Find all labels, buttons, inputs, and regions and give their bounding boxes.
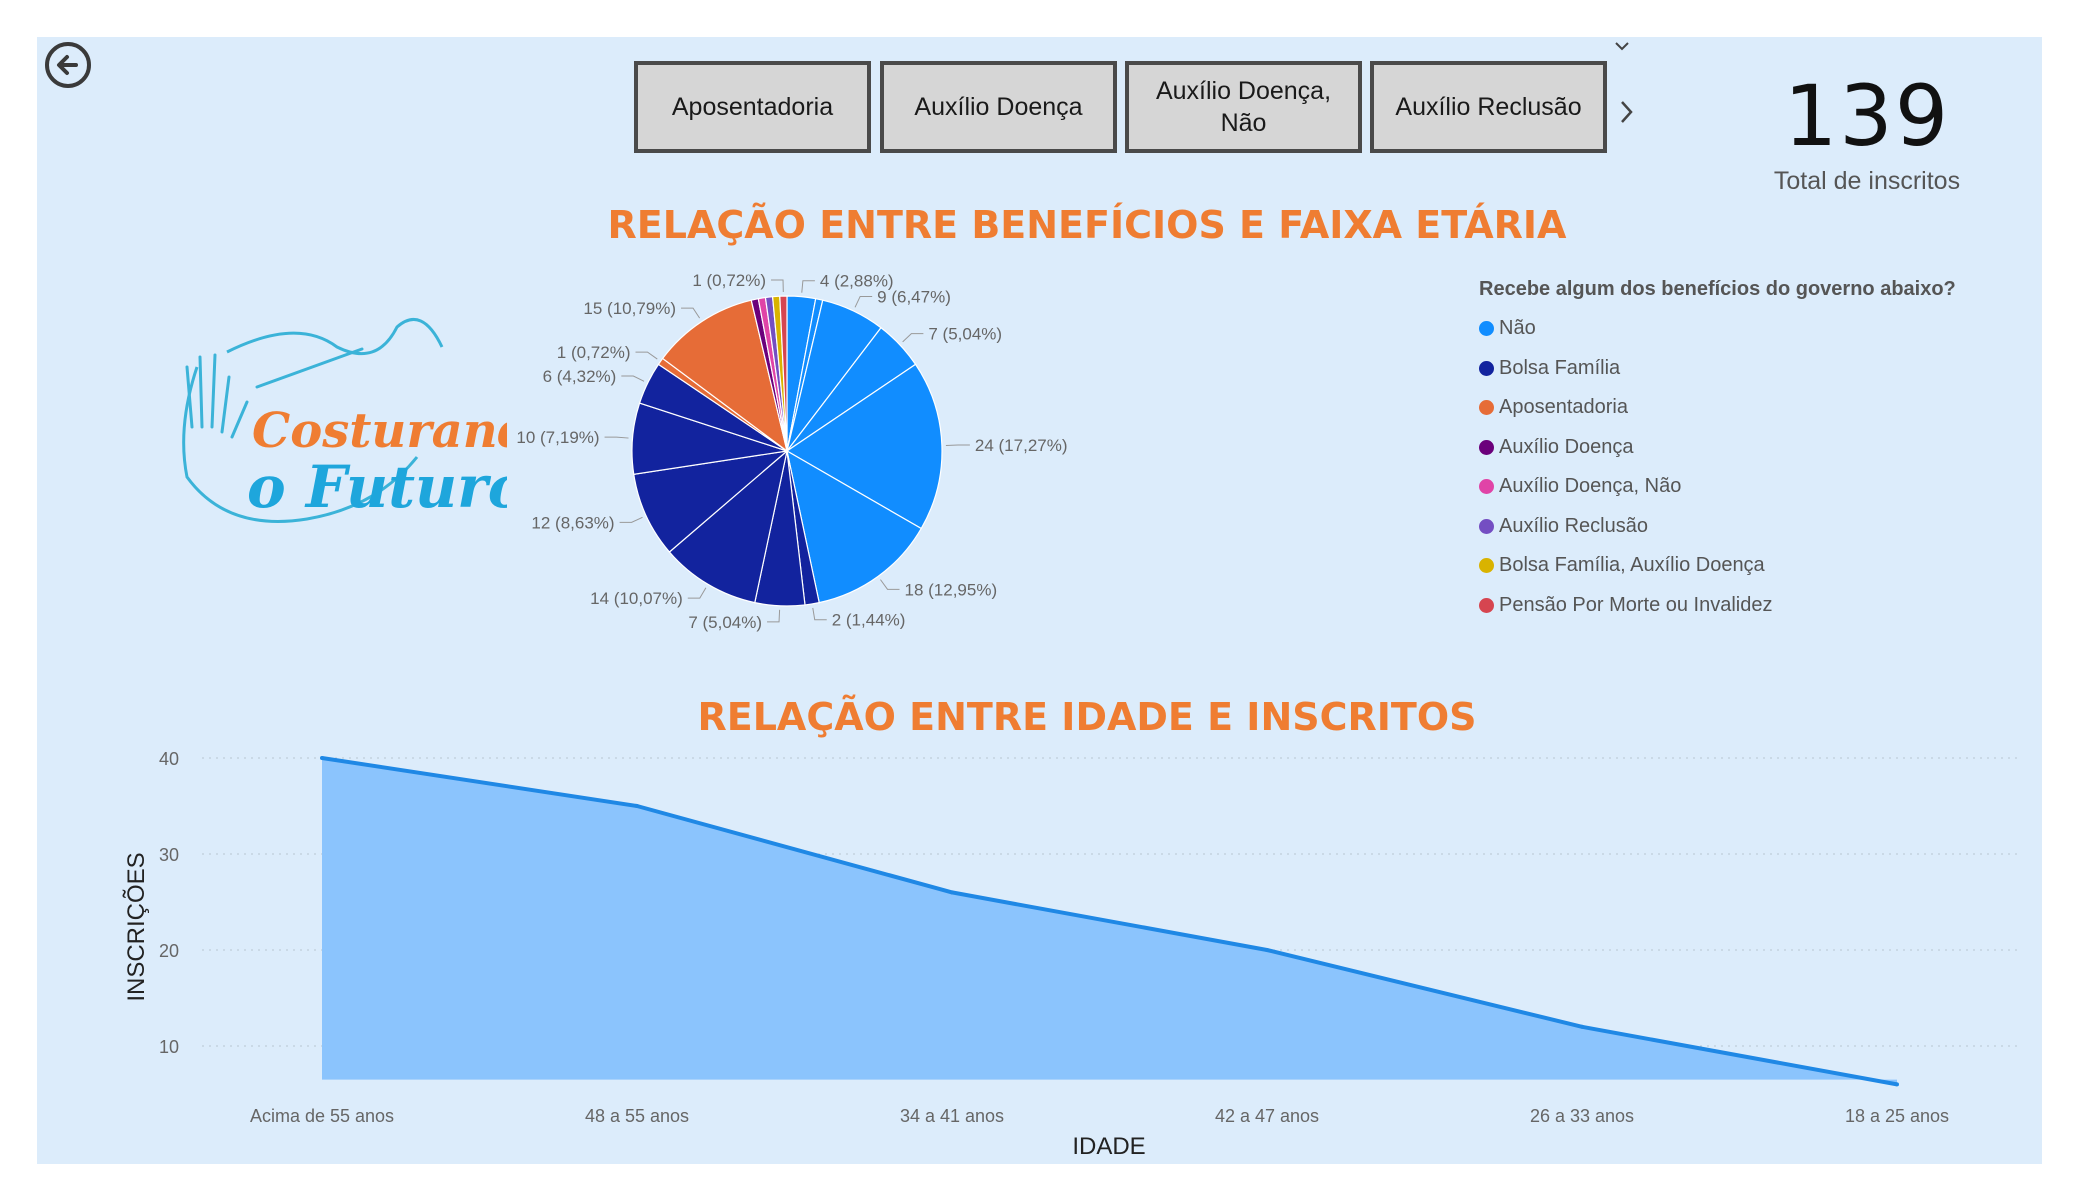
data-point[interactable] [320,756,324,760]
x-tick-label: Acima de 55 anos [250,1106,394,1126]
data-point[interactable] [950,890,954,895]
report-canvas: Aposentadoria Auxílio Doença Auxílio Doe… [37,37,2042,1164]
data-point[interactable] [1580,1024,1584,1029]
y-tick-label: 30 [159,845,179,865]
area-chart: 10 20 30 40 Acima de 55 anos 48 a 55 anos 34 a… [122,749,2022,1160]
y-tick-label: 40 [159,749,179,769]
y-tick-label: 20 [159,941,179,961]
x-tick-label: 48 a 55 anos [585,1106,689,1126]
x-axis-label: IDADE [1072,1133,1145,1160]
y-axis-label: INSCRIÇÕES [122,852,150,1001]
data-point[interactable] [1265,948,1269,952]
x-tick-label: 18 a 25 anos [1845,1106,1949,1126]
y-tick-label: 10 [159,1037,179,1057]
data-point[interactable] [635,804,639,808]
x-tick-label: 26 a 33 anos [1530,1106,1634,1126]
x-tick-label: 42 a 47 anos [1215,1106,1319,1126]
x-tick-label: 34 a 41 anos [900,1106,1004,1126]
data-point[interactable] [1895,1082,1899,1087]
